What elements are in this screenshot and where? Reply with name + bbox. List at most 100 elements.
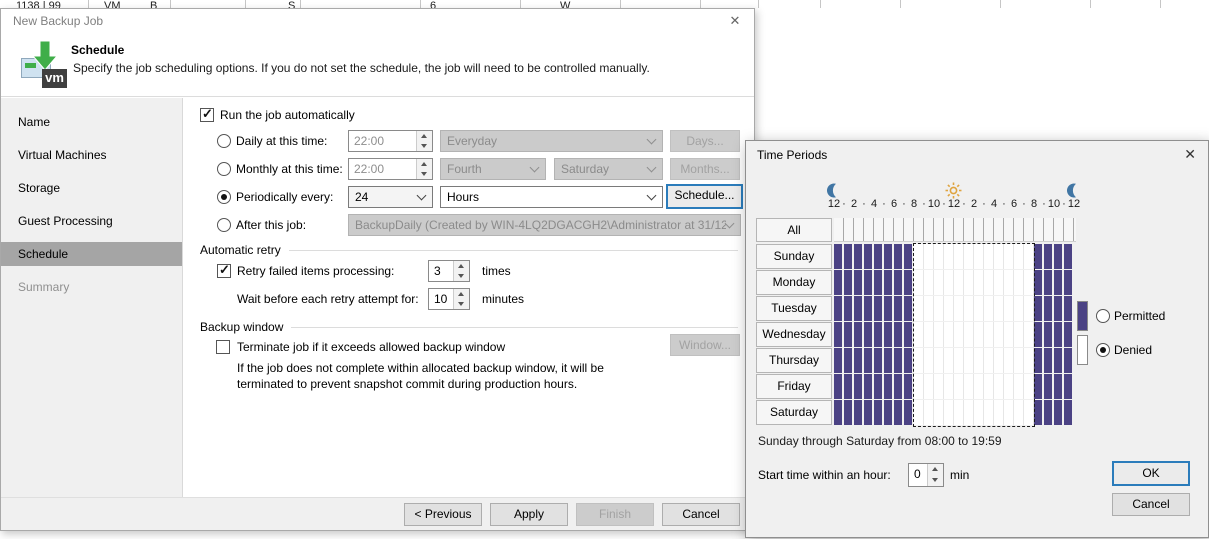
grid-cell[interactable] [864, 244, 874, 269]
grid-cell[interactable] [834, 400, 844, 425]
grid-cell[interactable] [1034, 348, 1044, 373]
grid-cell[interactable] [974, 400, 984, 425]
grid-cell[interactable] [1004, 270, 1014, 295]
all-hour-cell[interactable] [954, 218, 964, 241]
day-button-thursday[interactable]: Thursday [756, 348, 832, 373]
grid-cell[interactable] [924, 296, 934, 321]
grid-cell[interactable] [1004, 244, 1014, 269]
grid-cell[interactable] [994, 270, 1004, 295]
grid-cell[interactable] [1054, 348, 1064, 373]
grid-cell[interactable] [1024, 400, 1034, 425]
grid-cell[interactable] [914, 244, 924, 269]
all-hour-cell[interactable] [904, 218, 914, 241]
all-hour-cell[interactable] [1034, 218, 1044, 241]
all-hour-cell[interactable] [1014, 218, 1024, 241]
grid-cell[interactable] [904, 400, 914, 425]
grid-cell[interactable] [964, 322, 974, 347]
grid-cell[interactable] [874, 400, 884, 425]
grid-cell[interactable] [944, 296, 954, 321]
grid-cell[interactable] [924, 322, 934, 347]
grid-cell[interactable] [994, 348, 1004, 373]
grid-cell[interactable] [944, 400, 954, 425]
grid-cell[interactable] [914, 296, 924, 321]
grid-cell[interactable] [934, 296, 944, 321]
grid-cell[interactable] [854, 374, 864, 399]
retry-count-input[interactable]: 3 [428, 260, 470, 282]
grid-cell[interactable] [914, 348, 924, 373]
spin-up-icon[interactable] [928, 464, 943, 475]
close-icon[interactable]: ✕ [1184, 146, 1196, 163]
grid-cell[interactable] [884, 322, 894, 347]
grid-cell[interactable] [934, 348, 944, 373]
permitted-radio[interactable] [1096, 309, 1110, 323]
grid-cell[interactable] [894, 348, 904, 373]
grid-cell[interactable] [974, 348, 984, 373]
grid-cell[interactable] [984, 374, 994, 399]
grid-cell[interactable] [854, 296, 864, 321]
grid-cell[interactable] [884, 374, 894, 399]
grid-cell[interactable] [894, 296, 904, 321]
grid-cell[interactable] [914, 400, 924, 425]
grid-cell[interactable] [904, 270, 914, 295]
cancel-button[interactable]: Cancel [662, 503, 740, 526]
all-hour-cell[interactable] [914, 218, 924, 241]
grid-cell[interactable] [844, 270, 854, 295]
grid-cell[interactable] [884, 244, 894, 269]
grid-cell[interactable] [1064, 348, 1074, 373]
all-hour-cell[interactable] [884, 218, 894, 241]
grid-cell[interactable] [974, 322, 984, 347]
grid-cell[interactable] [904, 348, 914, 373]
grid-cell[interactable] [1064, 270, 1074, 295]
grid-cell[interactable] [1014, 244, 1024, 269]
previous-button[interactable]: < Previous [404, 503, 482, 526]
grid-cell[interactable] [874, 374, 884, 399]
grid-cell[interactable] [844, 244, 854, 269]
grid-cell[interactable] [1054, 322, 1064, 347]
grid-cell[interactable] [934, 244, 944, 269]
ok-button[interactable]: OK [1112, 461, 1190, 486]
grid-cell[interactable] [1034, 322, 1044, 347]
grid-cell[interactable] [874, 244, 884, 269]
grid-cell[interactable] [1014, 400, 1024, 425]
grid-cell[interactable] [964, 244, 974, 269]
grid-cell[interactable] [834, 244, 844, 269]
grid-cell[interactable] [994, 400, 1004, 425]
grid-cell[interactable] [1044, 322, 1054, 347]
grid-cell[interactable] [894, 270, 904, 295]
grid-cell[interactable] [834, 374, 844, 399]
grid-cell[interactable] [1014, 296, 1024, 321]
grid-cell[interactable] [974, 296, 984, 321]
grid-cell[interactable] [874, 348, 884, 373]
grid-cell[interactable] [1014, 322, 1024, 347]
grid-cell[interactable] [984, 400, 994, 425]
grid-cell[interactable] [1034, 270, 1044, 295]
daily-radio[interactable] [217, 134, 231, 148]
periodically-radio[interactable] [217, 190, 231, 204]
grid-cell[interactable] [1024, 296, 1034, 321]
retry-failed-checkbox[interactable] [217, 264, 231, 278]
all-hour-cell[interactable] [834, 218, 844, 241]
grid-cell[interactable] [1064, 400, 1074, 425]
grid-cell[interactable] [864, 296, 874, 321]
grid-cell[interactable] [984, 296, 994, 321]
interval-unit-select[interactable]: Hours [440, 186, 663, 208]
grid-cell[interactable] [994, 322, 1004, 347]
grid-cell[interactable] [934, 322, 944, 347]
grid-cell[interactable] [984, 322, 994, 347]
grid-cell[interactable] [894, 244, 904, 269]
close-icon[interactable]: ✕ [725, 12, 745, 30]
grid-cell[interactable] [864, 348, 874, 373]
grid-cell[interactable] [1024, 270, 1034, 295]
grid-cell[interactable] [904, 296, 914, 321]
all-hour-cell[interactable] [964, 218, 974, 241]
schedule-button[interactable]: Schedule... [666, 184, 743, 209]
grid-cell[interactable] [1004, 348, 1014, 373]
grid-cell[interactable] [834, 348, 844, 373]
grid-cell[interactable] [1044, 348, 1054, 373]
grid-cell[interactable] [1064, 374, 1074, 399]
denied-radio[interactable] [1096, 343, 1110, 357]
grid-cell[interactable] [1014, 348, 1024, 373]
grid-cell[interactable] [1004, 322, 1014, 347]
grid-cell[interactable] [844, 374, 854, 399]
spin-up-icon[interactable] [454, 261, 469, 271]
